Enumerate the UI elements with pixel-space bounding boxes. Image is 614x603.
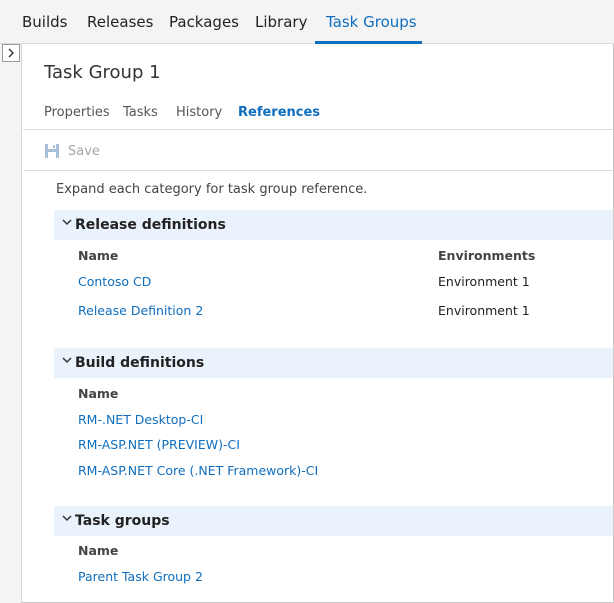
section-title: Task groups: [75, 513, 170, 529]
chevron-down-icon: [62, 357, 72, 364]
column-header-environments: Environments: [438, 248, 536, 263]
chevron-right-icon: [8, 48, 14, 58]
tab-task-groups[interactable]: Task Groups: [326, 13, 417, 31]
tab-releases[interactable]: Releases: [87, 13, 153, 31]
environment-cell: Environment 1: [438, 274, 530, 289]
build-definition-link[interactable]: RM-ASP.NET (PREVIEW)-CI: [78, 437, 240, 452]
build-definition-link[interactable]: RM-ASP.NET Core (.NET Framework)-CI: [78, 463, 318, 478]
chevron-down-icon: [62, 515, 72, 522]
section-header-release-definitions[interactable]: Release definitions: [54, 210, 613, 240]
section-header-build-definitions[interactable]: Build definitions: [54, 348, 613, 378]
column-header-name: Name: [78, 386, 119, 401]
main-panel: Task Group 1 Properties Tasks History Re…: [23, 44, 613, 603]
save-icon: [45, 144, 59, 158]
tab-packages[interactable]: Packages: [169, 13, 239, 31]
chevron-down-icon: [62, 219, 72, 226]
environment-cell: Environment 1: [438, 303, 530, 318]
expand-sidebar-button[interactable]: [2, 44, 20, 62]
top-nav: Builds Releases Packages Library Task Gr…: [0, 0, 614, 44]
tab-references[interactable]: References: [238, 105, 320, 120]
section-title: Release definitions: [75, 217, 226, 233]
section-header-task-groups[interactable]: Task groups: [54, 506, 613, 536]
section-title: Build definitions: [75, 355, 205, 371]
column-header-name: Name: [78, 543, 119, 558]
save-label: Save: [68, 144, 100, 159]
tab-history[interactable]: History: [176, 105, 222, 120]
left-rail: [0, 44, 22, 603]
tab-properties[interactable]: Properties: [44, 105, 110, 120]
release-definition-link[interactable]: Release Definition 2: [78, 303, 203, 318]
intro-text: Expand each category for task group refe…: [56, 182, 368, 197]
divider: [23, 129, 613, 130]
page-title: Task Group 1: [44, 62, 161, 83]
release-definition-link[interactable]: Contoso CD: [78, 274, 151, 289]
tab-tasks[interactable]: Tasks: [123, 105, 158, 120]
tab-builds[interactable]: Builds: [22, 13, 67, 31]
tab-library[interactable]: Library: [255, 13, 307, 31]
task-group-link[interactable]: Parent Task Group 2: [78, 569, 203, 584]
column-header-name: Name: [78, 248, 119, 263]
divider: [23, 170, 613, 171]
build-definition-link[interactable]: RM-.NET Desktop-CI: [78, 412, 203, 427]
